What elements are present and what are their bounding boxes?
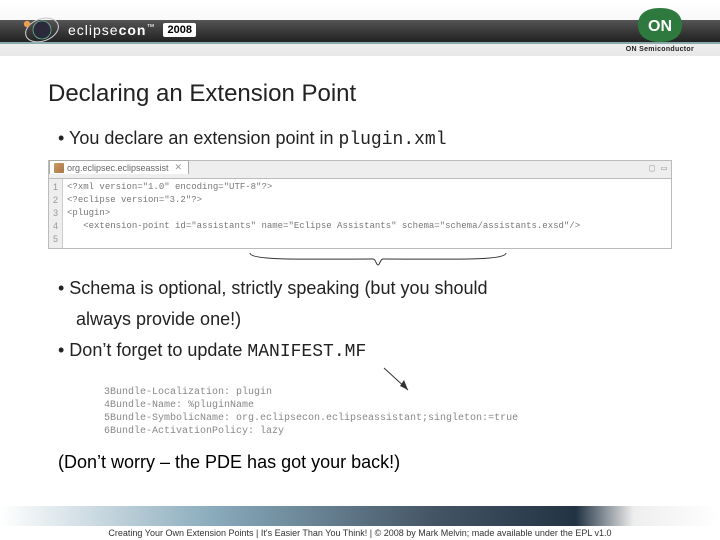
on-badge-icon: ON [634, 6, 686, 44]
gutter-line: 3 [53, 207, 58, 220]
arrow-icon [378, 366, 672, 390]
close-icon: ✕ [175, 162, 183, 173]
gutter-line: 5 [53, 233, 58, 246]
gutter-line: 1 [53, 181, 58, 194]
bullet-declare: • You declare an extension point in plug… [58, 128, 672, 150]
gutter-line: 4 [53, 220, 58, 233]
brand-text: eclipseCON™ [68, 22, 155, 38]
bullet-manifest: • Don’t forget to update MANIFEST.MF [58, 340, 672, 362]
slide-header: eclipseCON™ 2008 ON ON Semiconductor [0, 0, 720, 56]
bullet-declare-text: • You declare an extension point in [58, 128, 339, 148]
eclipse-orbit-icon [22, 10, 62, 50]
brand-tail: CON [119, 22, 147, 38]
on-semiconductor-logo: ON ON Semiconductor [626, 6, 694, 53]
footer-gradient-bar [0, 506, 720, 526]
editor-tab-label: org.eclipsec.eclipseassist [67, 163, 169, 173]
xml-editor: org.eclipsec.eclipseassist ✕ ▢ ▭ 1 2 3 4… [48, 160, 672, 249]
underbrace-icon [248, 251, 508, 272]
file-icon [54, 163, 64, 173]
year-badge: 2008 [163, 23, 195, 37]
trademark-icon: ™ [146, 22, 155, 31]
footer-text: Creating Your Own Extension Points | It'… [0, 526, 720, 540]
code-lines: <?xml version="1.0" encoding="UTF-8"?> <… [63, 179, 584, 248]
editor-body: 1 2 3 4 5 <?xml version="1.0" encoding="… [49, 178, 671, 248]
eclipsecon-logo: eclipseCON™ 2008 [22, 10, 196, 50]
closing-note: (Don’t worry – the PDE has got your back… [58, 452, 672, 473]
bullet-schema: • Schema is optional, strictly speaking … [58, 278, 672, 299]
bullet-manifest-text: • Don’t forget to update [58, 340, 247, 360]
editor-toolbar-icons: ▢ ▭ [649, 163, 667, 175]
manifest-mf-code: MANIFEST.MF [247, 342, 366, 362]
sponsor-subtitle: ON Semiconductor [626, 46, 694, 53]
line-gutter: 1 2 3 4 5 [49, 179, 63, 248]
slide-title: Declaring an Extension Point [48, 80, 672, 108]
plugin-xml-code: plugin.xml [339, 130, 447, 150]
slide-content: Declaring an Extension Point • You decla… [0, 56, 720, 473]
brand-lead: eclipse [68, 22, 119, 38]
gutter-line: 2 [53, 194, 58, 207]
svg-text:ON: ON [648, 18, 672, 35]
editor-tab: org.eclipsec.eclipseassist ✕ [49, 160, 189, 174]
slide-footer: Creating Your Own Extension Points | It'… [0, 506, 720, 540]
bullet-schema-cont: always provide one!) [76, 309, 672, 330]
